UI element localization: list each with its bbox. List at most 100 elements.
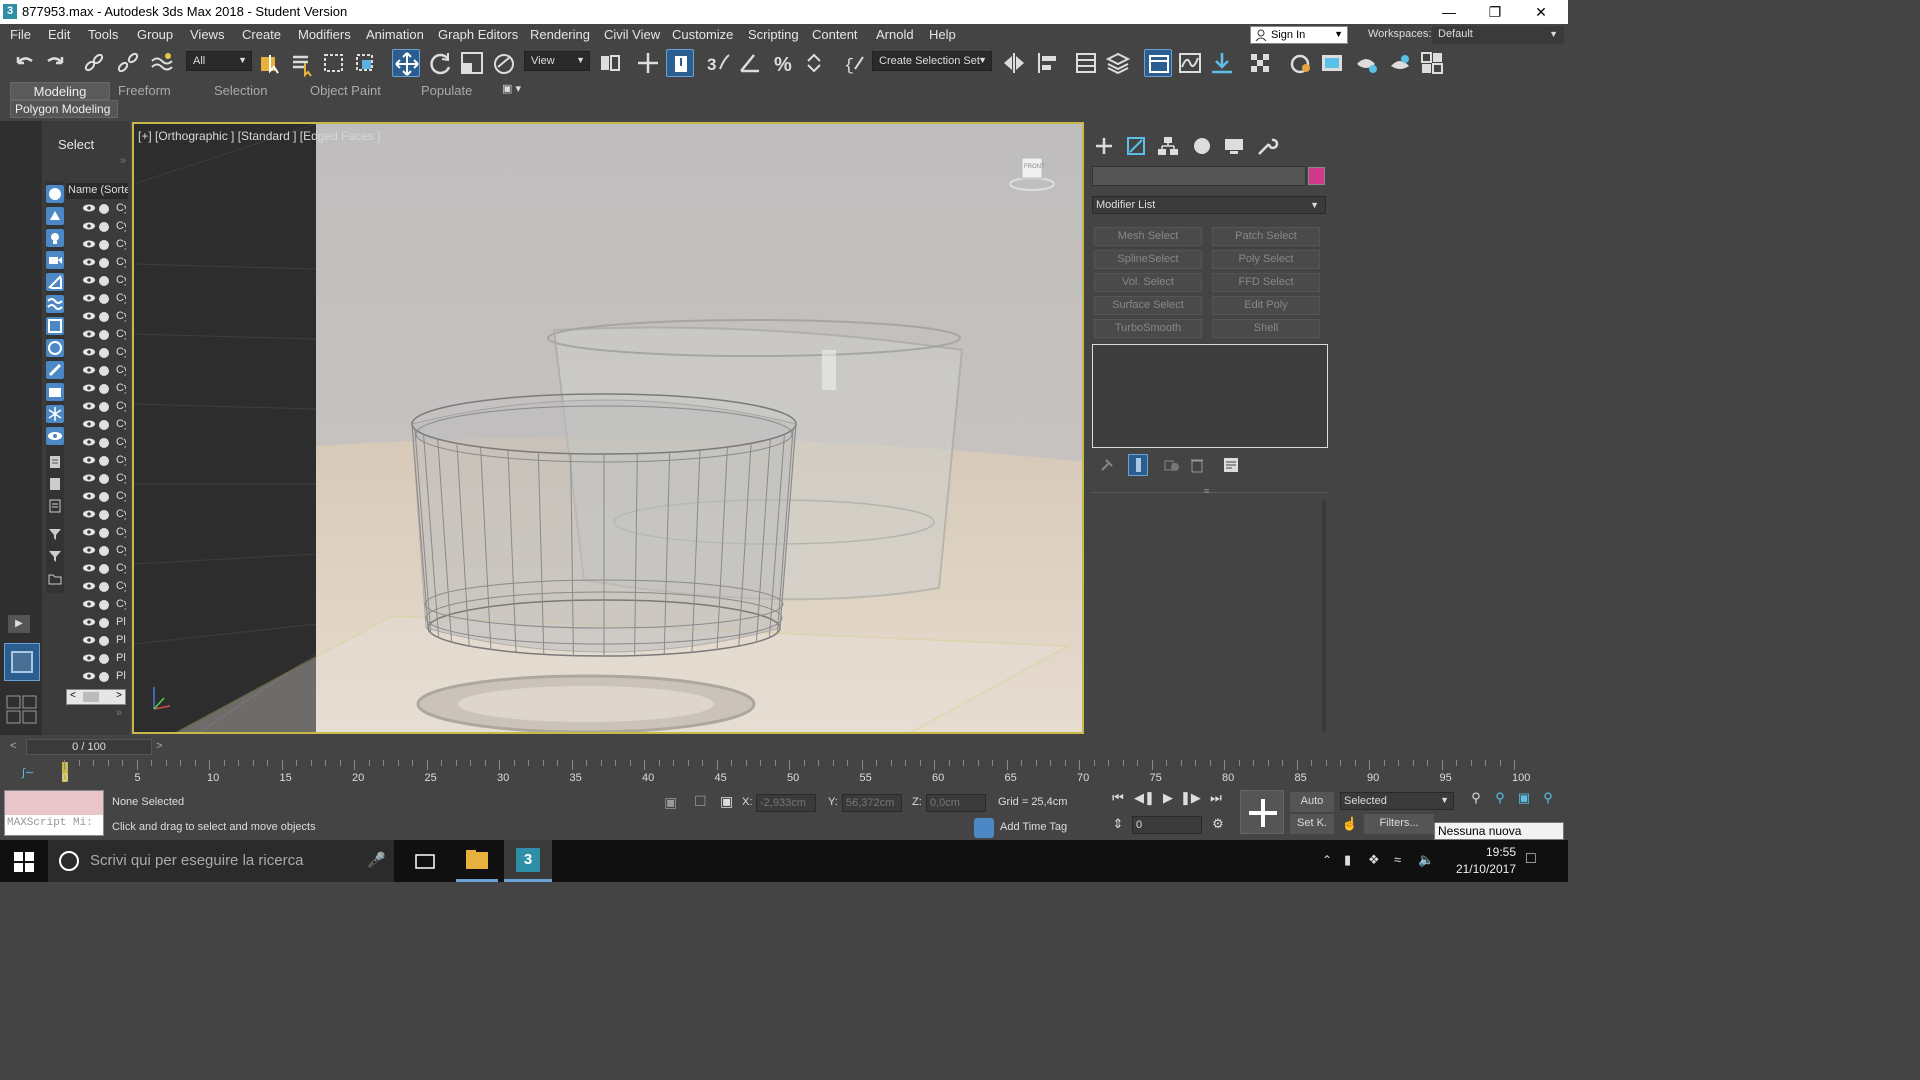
3ds-max-taskbar-icon[interactable]: 3 [504,840,552,882]
list-item[interactable]: Cy [80,291,130,308]
unlink-button[interactable] [114,49,142,77]
isolate-selection-icon[interactable]: ▣ [664,794,677,811]
menu-rendering[interactable]: Rendering [530,27,590,42]
list-item[interactable]: Cy [80,381,130,398]
tab-freeform[interactable]: Freeform [118,83,171,98]
freeze-toggle-icon[interactable] [99,258,109,268]
time-slider-prev-icon[interactable]: < [10,740,16,752]
menu-help[interactable]: Help [929,27,956,42]
time-slider[interactable]: 0 / 100 [26,739,152,755]
list-item[interactable]: Cy [80,237,130,254]
microphone-icon[interactable]: 🎤 [367,851,386,869]
select-and-move-button[interactable] [392,49,420,77]
menu-file[interactable]: File [10,27,31,42]
display-groups-icon[interactable] [46,317,64,335]
tab-object-paint[interactable]: Object Paint [310,83,381,98]
menu-tools[interactable]: Tools [88,27,118,42]
visibility-eye-icon[interactable] [82,221,96,231]
render-production-button[interactable] [1352,49,1380,77]
list-item[interactable]: Cy [80,597,130,614]
wifi-icon[interactable]: ≈ [1394,852,1401,867]
keyboard-shortcut-override-button[interactable] [666,49,694,77]
display-xrefs-icon[interactable] [46,339,64,357]
tab-selection[interactable]: Selection [214,83,267,98]
cylinder-wireframe-object[interactable] [411,393,797,657]
render-setup-button[interactable] [1286,49,1314,77]
list-item[interactable]: Pl [80,615,130,632]
angle-snap-button[interactable] [736,49,764,77]
modifier-list-dropdown[interactable]: Modifier List ▼ [1092,196,1326,214]
list-item[interactable]: Pl [80,651,130,668]
freeze-toggle-icon[interactable] [99,348,109,358]
visibility-eye-icon[interactable] [82,581,96,591]
list-item[interactable]: Cy [80,453,130,470]
list-item[interactable]: Pl [80,669,130,686]
x-coordinate-field[interactable]: -2,933cm [756,794,816,812]
mesh-select-button[interactable]: Mesh Select [1094,227,1202,246]
set-key-big-button[interactable] [1240,790,1284,834]
visibility-eye-icon[interactable] [82,347,96,357]
dropbox-icon[interactable]: ❖ [1368,852,1380,868]
pivot-point-center-button[interactable] [596,49,624,77]
volume-muted-icon[interactable]: 🔈 [1418,852,1434,868]
visibility-eye-icon[interactable] [82,563,96,573]
list-item[interactable]: Cy [80,489,130,506]
key-tangents-icon[interactable]: ☝ [1340,816,1360,836]
expand-arrow-icon[interactable]: ▶ [8,615,30,633]
scrollbar-thumb[interactable] [83,692,99,702]
display-bones-icon[interactable] [46,361,64,379]
filters-button[interactable]: Filters... [1364,814,1434,834]
freeze-toggle-icon[interactable] [99,600,109,610]
show-hidden-icons[interactable]: ⌃ [1322,853,1332,867]
freeze-toggle-icon[interactable] [99,510,109,520]
freeze-toggle-icon[interactable] [99,546,109,556]
workspace-dropdown[interactable]: Default ▼ [1432,26,1564,44]
display-lights-icon[interactable] [46,229,64,247]
list-item[interactable]: Cy [80,219,130,236]
modifier-stack-list[interactable] [1092,344,1328,448]
display-cameras-icon[interactable] [46,251,64,269]
list-item[interactable]: Cy [80,417,130,434]
ffd-select-button[interactable]: FFD Select [1212,273,1320,292]
add-time-tag-button[interactable]: Add Time Tag [1000,821,1067,833]
file-explorer-taskbar-icon[interactable] [456,840,498,882]
ribbon-options-icon[interactable]: ▣ ▾ [502,82,521,95]
rectangular-selection-button[interactable] [320,49,348,77]
visibility-eye-icon[interactable] [82,473,96,483]
curve-editor-button[interactable] [1176,49,1204,77]
freeze-toggle-icon[interactable] [99,420,109,430]
display-frozen-icon[interactable] [46,405,64,423]
windows-start-icon[interactable] [14,852,34,872]
menu-customize[interactable]: Customize [672,27,733,42]
freeze-toggle-icon[interactable] [99,204,109,214]
viewport-layouts-grid-icon[interactable] [6,695,38,725]
scroll-left-icon[interactable]: < [70,690,76,701]
edit-poly-button[interactable]: Edit Poly [1212,296,1320,315]
selection-lock-icon[interactable]: ☐ [694,793,707,810]
remove-modifier-icon[interactable] [1188,456,1206,474]
configure-modifier-sets-icon[interactable] [1222,456,1240,474]
mini-curve-editor-icon[interactable]: ∫∼ [22,766,34,779]
absolute-mode-icon[interactable]: ▣ [720,793,733,810]
select-menu-label[interactable]: Select [58,137,94,152]
surface-select-button[interactable]: Surface Select [1094,296,1202,315]
freeze-toggle-icon[interactable] [99,582,109,592]
menu-animation[interactable]: Animation [366,27,424,42]
select-by-name-button[interactable] [288,49,316,78]
freeze-toggle-icon[interactable] [99,240,109,250]
maxscript-input[interactable]: MAXScript Mi: [5,815,103,835]
schematic-view-button[interactable] [1208,49,1236,77]
object-name-field[interactable] [1092,166,1306,186]
freeze-toggle-icon[interactable] [99,492,109,502]
sign-in-dropdown[interactable]: Sign In ▼ [1250,26,1348,44]
visibility-eye-icon[interactable] [82,239,96,249]
freeze-toggle-icon[interactable] [99,618,109,628]
menu-edit[interactable]: Edit [48,27,70,42]
track-bar[interactable]: 0 5 10 15 20 25 30 35 40 45 50 55 60 65 70 75 80 85 90 95 10… [60,760,1530,784]
spinner-snap-button[interactable] [802,49,830,77]
visibility-eye-icon[interactable] [82,329,96,339]
create-tab-icon[interactable] [1090,134,1118,158]
visibility-eye-icon[interactable] [82,383,96,393]
visibility-eye-icon[interactable] [82,671,96,681]
rendered-frame-window-button[interactable] [1318,49,1346,77]
